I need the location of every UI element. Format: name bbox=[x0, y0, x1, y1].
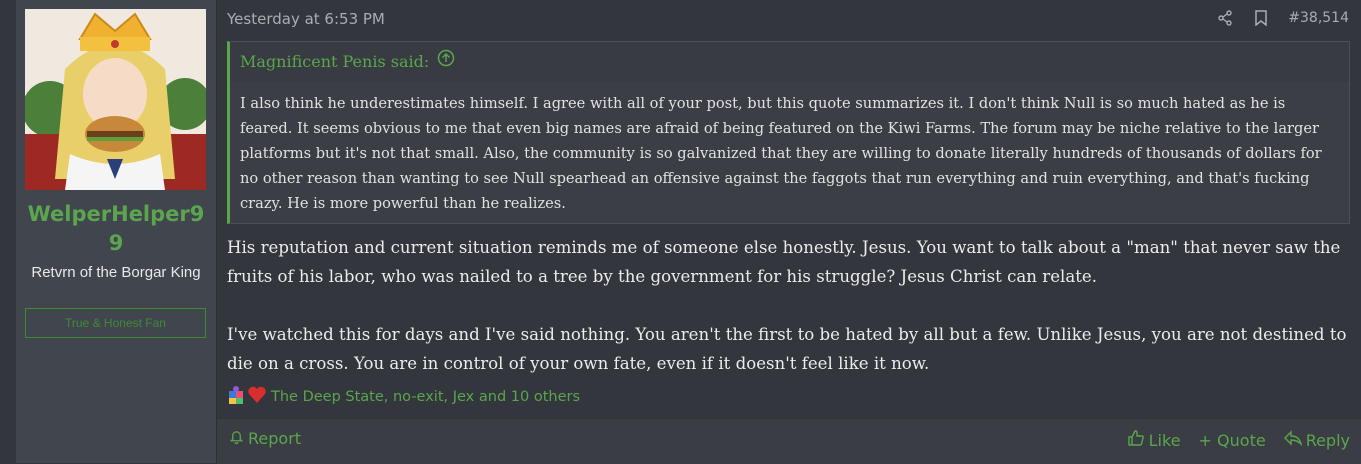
quote-label: + Quote bbox=[1198, 430, 1266, 450]
post-footer: Report Like + Quote Reply bbox=[217, 418, 1361, 464]
quote-block: Magnificent Penis said: I also think he … bbox=[227, 41, 1350, 224]
quote-text: I also think he underestimates himself. … bbox=[240, 95, 1322, 212]
like-button[interactable]: Like bbox=[1127, 429, 1181, 451]
arrow-up-circle-icon[interactable] bbox=[437, 41, 455, 83]
bell-icon bbox=[229, 429, 244, 448]
footer-actions: Like + Quote Reply bbox=[1127, 429, 1350, 451]
post-timestamp[interactable]: Yesterday at 6:53 PM bbox=[227, 10, 385, 28]
avatar-image bbox=[25, 9, 206, 190]
avatar[interactable] bbox=[25, 9, 206, 190]
message-paragraph: I've watched this for days and I've said… bbox=[227, 325, 1347, 373]
puzzle-icon bbox=[227, 385, 247, 409]
report-label: Report bbox=[248, 429, 302, 448]
post-number[interactable]: #38,514 bbox=[1288, 10, 1349, 26]
reaction-icons bbox=[227, 385, 267, 409]
quote-button[interactable]: + Quote bbox=[1199, 429, 1266, 451]
user-title: Retvrn of the Borgar King bbox=[31, 264, 201, 281]
quote-header[interactable]: Magnificent Penis said: bbox=[230, 42, 1349, 83]
post-header-actions: #38,514 bbox=[1216, 9, 1349, 27]
reactions-bar[interactable]: The Deep State, no-exit, Jex and 10 othe… bbox=[227, 385, 580, 409]
user-banner: True & Honest Fan bbox=[25, 308, 206, 338]
reply-icon bbox=[1283, 430, 1302, 450]
post-message: His reputation and current situation rem… bbox=[227, 233, 1347, 407]
username[interactable]: WelperHelper99 bbox=[16, 200, 216, 258]
reply-label: Reply bbox=[1305, 430, 1350, 450]
message-paragraph: His reputation and current situation rem… bbox=[227, 238, 1341, 286]
bookmark-icon[interactable] bbox=[1252, 9, 1270, 27]
heart-icon bbox=[247, 385, 267, 409]
report-button[interactable]: Report bbox=[229, 429, 301, 448]
like-label: Like bbox=[1148, 430, 1181, 450]
reply-button[interactable]: Reply bbox=[1283, 429, 1350, 451]
share-icon[interactable] bbox=[1216, 9, 1234, 27]
post-main: Yesterday at 6:53 PM #38,514 Magnificent… bbox=[217, 0, 1361, 464]
thumbs-up-icon bbox=[1127, 429, 1145, 451]
reaction-list[interactable]: The Deep State, no-exit, Jex and 10 othe… bbox=[271, 389, 580, 405]
user-sidebar: WelperHelper99 Retvrn of the Borgar King… bbox=[16, 0, 217, 463]
quote-author[interactable]: Magnificent Penis said: bbox=[240, 41, 429, 83]
forum-post: WelperHelper99 Retvrn of the Borgar King… bbox=[16, 0, 1361, 464]
